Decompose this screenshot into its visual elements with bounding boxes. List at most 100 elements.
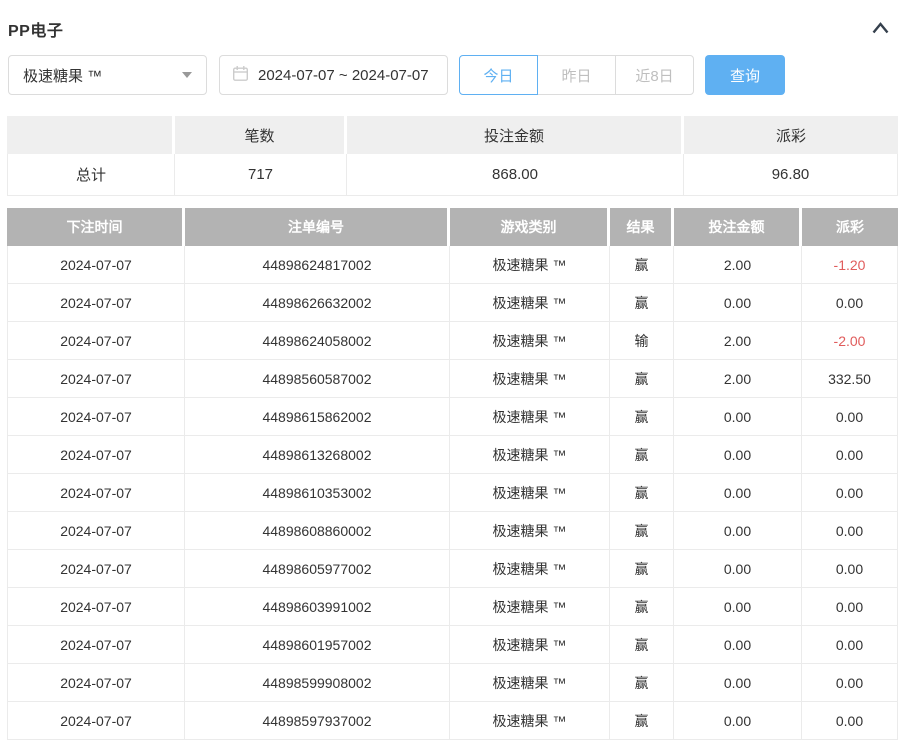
cell-bet-id: 44898605977002	[185, 550, 450, 588]
table-row: 2024-07-07 44898615862002 极速糖果 ™ 赢 0.00 …	[7, 398, 898, 436]
bet-table-body: 2024-07-07 44898624817002 极速糖果 ™ 赢 2.00 …	[7, 246, 898, 740]
col-header-bet-time: 下注时间	[7, 208, 185, 246]
table-row: 2024-07-07 44898601957002 极速糖果 ™ 赢 0.00 …	[7, 626, 898, 664]
cell-bet-time: 2024-07-07	[7, 436, 185, 474]
cell-bet-amount: 0.00	[674, 550, 802, 588]
cell-bet-id: 44898601957002	[185, 626, 450, 664]
cell-bet-time: 2024-07-07	[7, 512, 185, 550]
cell-bet-id: 44898615862002	[185, 398, 450, 436]
cell-bet-time: 2024-07-07	[7, 550, 185, 588]
cell-bet-amount: 0.00	[674, 284, 802, 322]
quick-filter-today[interactable]: 今日	[459, 55, 538, 95]
table-row: 2024-07-07 44898613268002 极速糖果 ™ 赢 0.00 …	[7, 436, 898, 474]
summary-col-bet-amount: 投注金额	[347, 116, 684, 154]
table-row: 2024-07-07 44898560587002 极速糖果 ™ 赢 2.00 …	[7, 360, 898, 398]
cell-bet-id: 44898613268002	[185, 436, 450, 474]
table-row: 2024-07-07 44898610353002 极速糖果 ™ 赢 0.00 …	[7, 474, 898, 512]
cell-result: 赢	[610, 512, 674, 550]
table-row: 2024-07-07 44898624058002 极速糖果 ™ 输 2.00 …	[7, 322, 898, 360]
cell-bet-id: 44898597937002	[185, 702, 450, 740]
cell-result: 赢	[610, 246, 674, 284]
bet-records-table: 下注时间 注单编号 游戏类别 结果 投注金额 派彩 2024-07-07 448…	[7, 208, 898, 740]
bet-table-header-row: 下注时间 注单编号 游戏类别 结果 投注金额 派彩	[7, 208, 898, 246]
summary-total-row: 总计 717 868.00 96.80	[7, 154, 898, 196]
date-range-input[interactable]: 2024-07-07 ~ 2024-07-07	[219, 55, 448, 95]
cell-payout: 0.00	[802, 284, 898, 322]
cell-payout: 0.00	[802, 588, 898, 626]
page-title: PP电子	[8, 17, 63, 41]
col-header-payout: 派彩	[802, 208, 898, 246]
game-select[interactable]: 极速糖果 ™	[8, 55, 207, 95]
col-header-game-type: 游戏类别	[450, 208, 610, 246]
cell-game-type: 极速糖果 ™	[450, 284, 610, 322]
cell-game-type: 极速糖果 ™	[450, 322, 610, 360]
cell-bet-amount: 2.00	[674, 246, 802, 284]
cell-payout: 0.00	[802, 702, 898, 740]
cell-bet-amount: 0.00	[674, 512, 802, 550]
cell-bet-time: 2024-07-07	[7, 322, 185, 360]
cell-result: 赢	[610, 398, 674, 436]
date-range-value: 2024-07-07 ~ 2024-07-07	[258, 67, 429, 84]
summary-header-row: 笔数 投注金额 派彩	[7, 116, 898, 154]
cell-bet-time: 2024-07-07	[7, 664, 185, 702]
cell-payout: 0.00	[802, 664, 898, 702]
cell-bet-amount: 0.00	[674, 398, 802, 436]
cell-game-type: 极速糖果 ™	[450, 398, 610, 436]
cell-payout: 0.00	[802, 512, 898, 550]
col-header-bet-id: 注单编号	[185, 208, 450, 246]
summary-total-payout: 96.80	[684, 154, 898, 196]
table-row: 2024-07-07 44898608860002 极速糖果 ™ 赢 0.00 …	[7, 512, 898, 550]
cell-bet-amount: 0.00	[674, 702, 802, 740]
filter-toolbar: 极速糖果 ™ 2024-07-07 ~ 2024-07-07 今日 昨日 近8日…	[7, 55, 898, 95]
cell-bet-time: 2024-07-07	[7, 588, 185, 626]
cell-bet-time: 2024-07-07	[7, 626, 185, 664]
summary-col-blank	[7, 116, 175, 154]
cell-bet-time: 2024-07-07	[7, 474, 185, 512]
cell-result: 赢	[610, 550, 674, 588]
cell-game-type: 极速糖果 ™	[450, 626, 610, 664]
cell-game-type: 极速糖果 ™	[450, 588, 610, 626]
cell-game-type: 极速糖果 ™	[450, 436, 610, 474]
quick-date-filters: 今日 昨日 近8日	[459, 55, 694, 95]
cell-bet-amount: 0.00	[674, 664, 802, 702]
table-row: 2024-07-07 44898597937002 极速糖果 ™ 赢 0.00 …	[7, 702, 898, 740]
table-row: 2024-07-07 44898624817002 极速糖果 ™ 赢 2.00 …	[7, 246, 898, 284]
cell-bet-amount: 0.00	[674, 436, 802, 474]
quick-filter-last8days[interactable]: 近8日	[615, 55, 694, 95]
table-row: 2024-07-07 44898603991002 极速糖果 ™ 赢 0.00 …	[7, 588, 898, 626]
cell-payout: -2.00	[802, 322, 898, 360]
cell-game-type: 极速糖果 ™	[450, 550, 610, 588]
cell-result: 赢	[610, 360, 674, 398]
cell-payout: 0.00	[802, 550, 898, 588]
cell-game-type: 极速糖果 ™	[450, 664, 610, 702]
cell-result: 赢	[610, 284, 674, 322]
cell-payout: 0.00	[802, 474, 898, 512]
calendar-icon	[232, 65, 249, 86]
panel-header: PP电子	[7, 0, 898, 41]
cell-bet-amount: 0.00	[674, 474, 802, 512]
cell-result: 赢	[610, 626, 674, 664]
cell-game-type: 极速糖果 ™	[450, 512, 610, 550]
cell-bet-id: 44898626632002	[185, 284, 450, 322]
cell-bet-time: 2024-07-07	[7, 360, 185, 398]
cell-payout: 332.50	[802, 360, 898, 398]
query-button[interactable]: 查询	[705, 55, 785, 95]
game-select-value: 极速糖果 ™	[23, 65, 102, 86]
cell-bet-id: 44898624058002	[185, 322, 450, 360]
cell-game-type: 极速糖果 ™	[450, 246, 610, 284]
summary-col-count: 笔数	[175, 116, 347, 154]
cell-result: 赢	[610, 474, 674, 512]
collapse-button[interactable]	[869, 19, 892, 40]
cell-bet-amount: 0.00	[674, 626, 802, 664]
cell-bet-id: 44898608860002	[185, 512, 450, 550]
cell-result: 赢	[610, 702, 674, 740]
cell-bet-id: 44898603991002	[185, 588, 450, 626]
quick-filter-yesterday[interactable]: 昨日	[537, 55, 616, 95]
cell-bet-id: 44898624817002	[185, 246, 450, 284]
cell-bet-time: 2024-07-07	[7, 702, 185, 740]
cell-result: 赢	[610, 588, 674, 626]
cell-payout: 0.00	[802, 436, 898, 474]
cell-bet-time: 2024-07-07	[7, 284, 185, 322]
cell-bet-amount: 2.00	[674, 322, 802, 360]
cell-bet-id: 44898599908002	[185, 664, 450, 702]
